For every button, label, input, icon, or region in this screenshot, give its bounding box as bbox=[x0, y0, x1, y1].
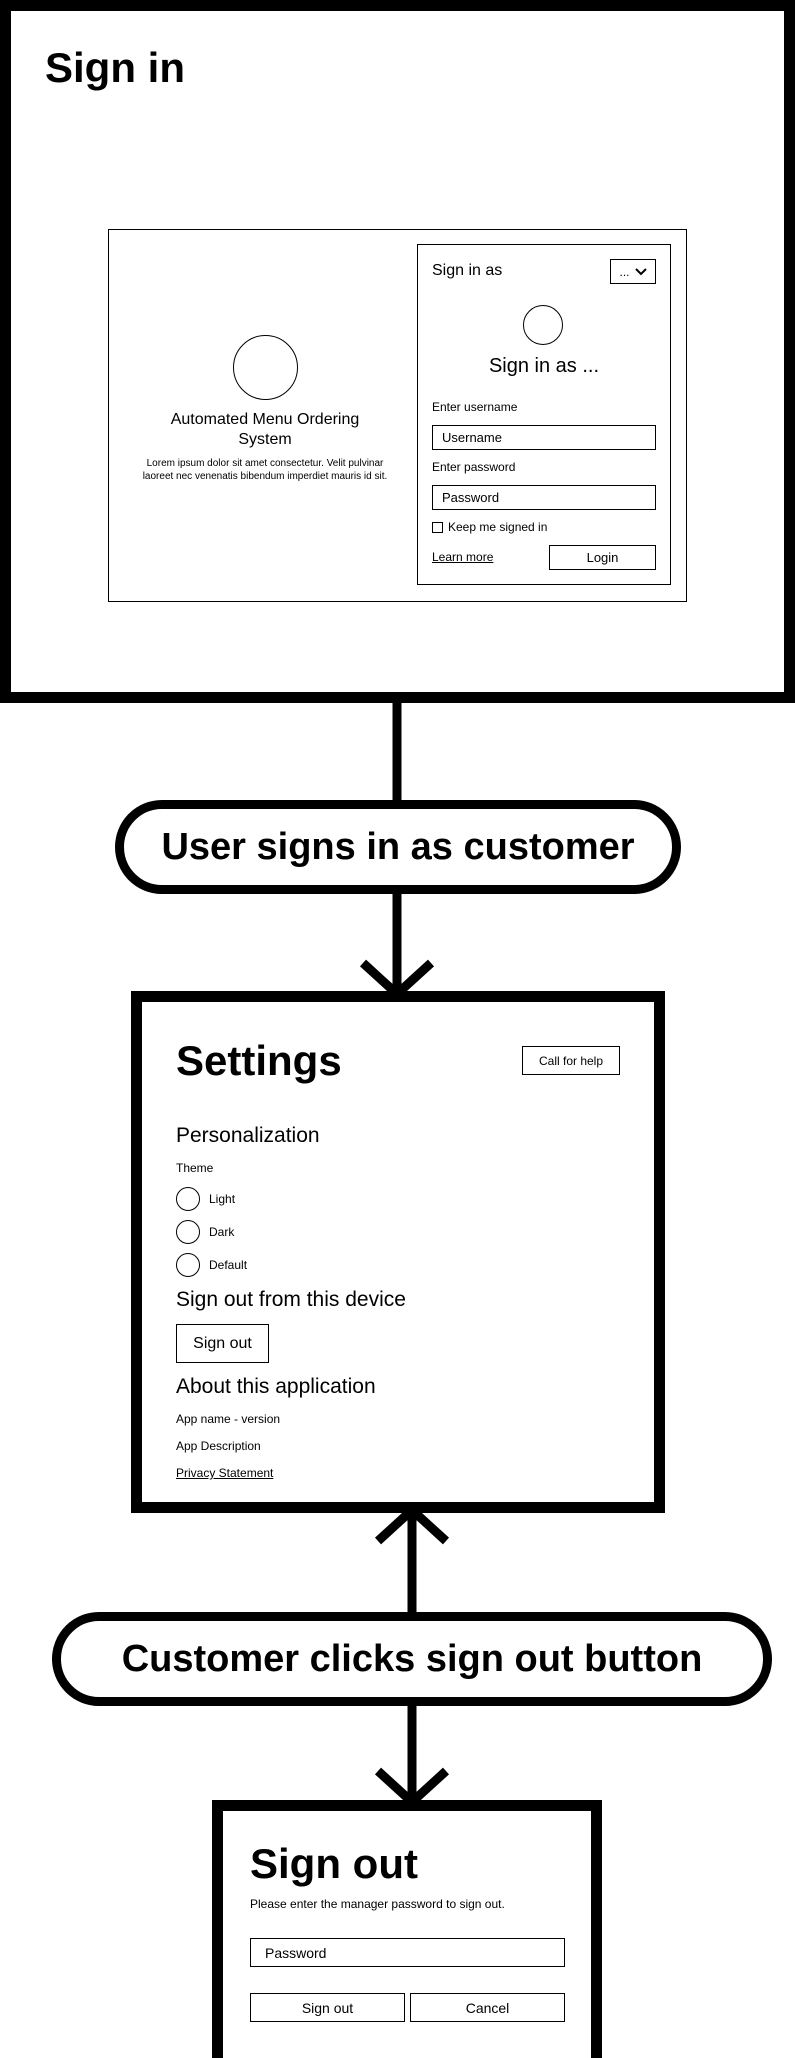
step-customer-clicks-signout: Customer clicks sign out button bbox=[52, 1612, 772, 1706]
call-for-help-button[interactable]: Call for help bbox=[522, 1046, 620, 1075]
app-name-version: App name - version bbox=[176, 1412, 281, 1426]
privacy-statement-link[interactable]: Privacy Statement bbox=[176, 1466, 273, 1480]
keep-signed-in-checkbox[interactable] bbox=[432, 522, 443, 533]
signout-instruction: Please enter the manager password to sig… bbox=[250, 1897, 505, 1911]
theme-radio-dark[interactable] bbox=[176, 1220, 200, 1244]
signout-dialog-heading: Sign out bbox=[250, 1840, 418, 1887]
signin-screen-heading: Sign in bbox=[45, 44, 185, 91]
password-label: Enter password bbox=[432, 460, 516, 474]
confirm-signout-button[interactable]: Sign out bbox=[250, 1993, 405, 2022]
theme-radio-default[interactable] bbox=[176, 1253, 200, 1277]
chevron-down-icon bbox=[634, 265, 647, 279]
step-customer-clicks-signout-label: Customer clicks sign out button bbox=[121, 1637, 703, 1680]
settings-app-description: App Description bbox=[176, 1439, 261, 1453]
signin-panel-label: Sign in as bbox=[432, 262, 503, 279]
keep-signed-in-label: Keep me signed in bbox=[448, 520, 548, 534]
password-input[interactable]: Password bbox=[432, 485, 656, 510]
step-user-signs-in: User signs in as customer bbox=[115, 800, 681, 894]
theme-radio-light[interactable] bbox=[176, 1187, 200, 1211]
theme-label: Theme bbox=[176, 1161, 214, 1175]
theme-option-dark: Dark bbox=[209, 1225, 235, 1239]
login-button[interactable]: Login bbox=[549, 545, 656, 570]
theme-option-default: Default bbox=[209, 1258, 248, 1272]
cancel-button[interactable]: Cancel bbox=[410, 1993, 565, 2022]
step-user-signs-in-label: User signs in as customer bbox=[161, 825, 635, 868]
personalization-heading: Personalization bbox=[176, 1124, 320, 1147]
app-description: Lorem ipsum dolor sit amet consectetur. … bbox=[142, 458, 388, 482]
settings-heading: Settings bbox=[176, 1037, 342, 1084]
app-title: Automated Menu Ordering System bbox=[170, 411, 360, 448]
signout-heading: Sign out from this device bbox=[176, 1288, 406, 1311]
username-input[interactable]: Username bbox=[432, 425, 656, 450]
signin-as-dropdown[interactable]: ... bbox=[610, 259, 656, 284]
learn-more-link[interactable]: Learn more bbox=[432, 550, 493, 564]
username-label: Enter username bbox=[432, 400, 518, 414]
user-avatar bbox=[523, 305, 563, 345]
theme-option-light: Light bbox=[209, 1192, 236, 1206]
settings-signout-button[interactable]: Sign out bbox=[176, 1324, 269, 1363]
manager-password-input[interactable]: Password bbox=[250, 1938, 565, 1967]
signin-panel-heading: Sign in as ... bbox=[488, 355, 600, 377]
dropdown-value: ... bbox=[619, 264, 630, 279]
about-heading: About this application bbox=[176, 1375, 376, 1398]
app-logo bbox=[233, 335, 298, 400]
